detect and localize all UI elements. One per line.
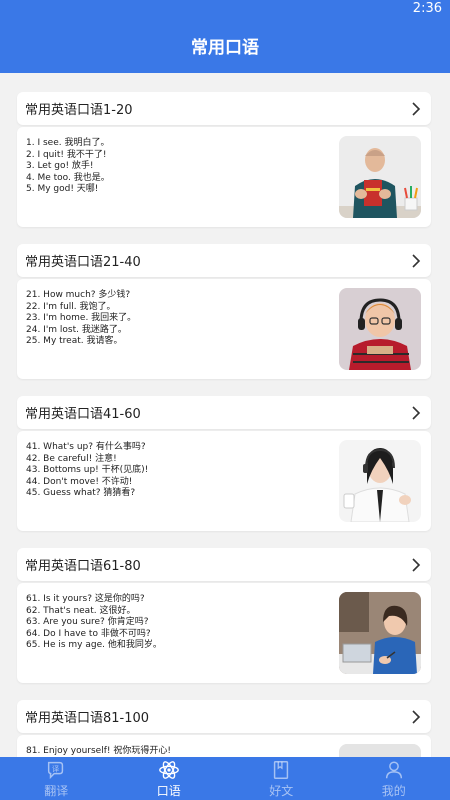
tab-label: 我的 [381,783,406,798]
phrase-line: 22. I'm full. 我饱了。 [26,301,116,312]
phrase-line: 3. Let go! 放手! [26,161,94,171]
bottom-tab-bar: 译 翻译 口语 好文 我的 [0,757,450,800]
card-body[interactable]: 41. What's up? 有什么事吗? 42. Be careful! 注意… [17,431,431,531]
card-title: 常用英语口语41-60 [25,407,141,422]
chevron-right-icon [412,101,421,116]
atom-icon [158,760,179,779]
card-header[interactable]: 常用英语口语81-100 [17,700,431,733]
card-title: 常用英语口语81-100 [25,711,150,726]
phrase-card: 常用英语口语81-100 81. Enjoy yourself! 祝你玩得开心! [17,700,431,757]
tab-speaking[interactable]: 口语 [113,757,226,800]
phrase-line: 4. Me too. 我也是。 [26,172,110,183]
phrase-line: 25. My treat. 我请客。 [26,336,123,346]
card-title: 常用英语口语1-20 [25,103,133,118]
phrase-line: 41. What's up? 有什么事吗? [26,442,146,452]
phrase-card: 常用英语口语61-80 61. Is it yours? 这是你的吗? 62. … [17,548,431,683]
translate-icon: 译 [48,761,64,779]
phrase-lines: 81. Enjoy yourself! 祝你玩得开心! [26,746,171,757]
person-icon [385,760,402,778]
card-body[interactable]: 81. Enjoy yourself! 祝你玩得开心! [17,735,431,757]
phrase-line: 62. That's neat. 这很好。 [26,605,136,616]
tab-label: 翻译 [44,783,69,798]
man-holding-book-image [339,136,421,218]
tab-label: 好文 [269,783,294,798]
tab-translate[interactable]: 译 翻译 [0,757,113,800]
phrase-line: 21. How much? 多少钱? [26,290,131,300]
phrase-line: 1. I see. 我明白了。 [26,138,110,148]
phrase-line: 24. I'm lost. 我迷路了。 [26,324,127,335]
phrase-line: 43. Bottoms up! 干杯(见底)! [26,465,149,475]
phrase-lines: 1. I see. 我明白了。 2. I quit! 我不干了! 3. Let … [26,138,110,196]
woman-writing-image [339,592,421,674]
phrase-line: 64. Do I have to 非做不可吗? [26,628,151,639]
phrase-lines: 61. Is it yours? 这是你的吗? 62. That's neat.… [26,594,162,652]
chevron-right-icon [412,253,421,268]
svg-text:译: 译 [52,764,60,773]
book-icon [274,760,289,779]
card-body[interactable]: 21. How much? 多少钱? 22. I'm full. 我饱了。 23… [17,279,431,379]
card-title: 常用英语口语21-40 [25,255,141,270]
chevron-right-icon [412,709,421,724]
status-bar: 2:36 [0,0,450,18]
card-header[interactable]: 常用英语口语21-40 [17,244,431,277]
card-body[interactable]: 61. Is it yours? 这是你的吗? 62. That's neat.… [17,583,431,683]
phrase-line: 2. I quit! 我不干了! [26,149,107,160]
phrase-line: 44. Don't move! 不许动! [26,476,133,487]
status-time: 2:36 [412,1,442,16]
app-bar: 常用口语 [0,18,450,73]
phrase-list[interactable]: 常用英语口语1-20 1. I see. 我明白了。 2. I quit! 我不… [0,73,450,757]
phrase-lines: 21. How much? 多少钱? 22. I'm full. 我饱了。 23… [26,290,136,348]
phrase-line: 42. Be careful! 注意! [26,453,117,464]
phrase-card: 常用英语口语41-60 41. What's up? 有什么事吗? 42. Be… [17,396,431,531]
tab-label: 口语 [156,783,181,798]
partial-photo-image [339,744,421,757]
card-body[interactable]: 1. I see. 我明白了。 2. I quit! 我不干了! 3. Let … [17,127,431,227]
tab-mine[interactable]: 我的 [338,757,450,800]
page-title: 常用口语 [191,38,259,58]
chevron-right-icon [412,405,421,420]
chevron-right-icon [412,557,421,572]
phrase-card: 常用英语口语21-40 21. How much? 多少钱? 22. I'm f… [17,244,431,379]
card-title: 常用英语口语61-80 [25,559,141,574]
phrase-line: 61. Is it yours? 这是你的吗? [26,594,145,604]
phrase-line: 65. He is my age. 他和我同岁。 [26,640,162,650]
card-header[interactable]: 常用英语口语41-60 [17,396,431,429]
phrase-card: 常用英语口语1-20 1. I see. 我明白了。 2. I quit! 我不… [17,92,431,227]
phrase-line: 23. I'm home. 我回来了。 [26,313,137,323]
phrase-lines: 41. What's up? 有什么事吗? 42. Be careful! 注意… [26,442,148,500]
phrase-line: 45. Guess what? 猜猜看? [26,488,136,498]
phrase-line: 81. Enjoy yourself! 祝你玩得开心! [26,746,171,756]
card-header[interactable]: 常用英语口语61-80 [17,548,431,581]
phrase-line: 63. Are you sure? 你肯定吗? [26,617,149,627]
card-header[interactable]: 常用英语口语1-20 [17,92,431,125]
phrase-line: 5. My god! 天哪! [26,184,99,194]
boy-with-headphones-image [339,288,421,370]
tab-articles[interactable]: 好文 [225,757,338,800]
woman-with-headset-image [339,440,421,522]
